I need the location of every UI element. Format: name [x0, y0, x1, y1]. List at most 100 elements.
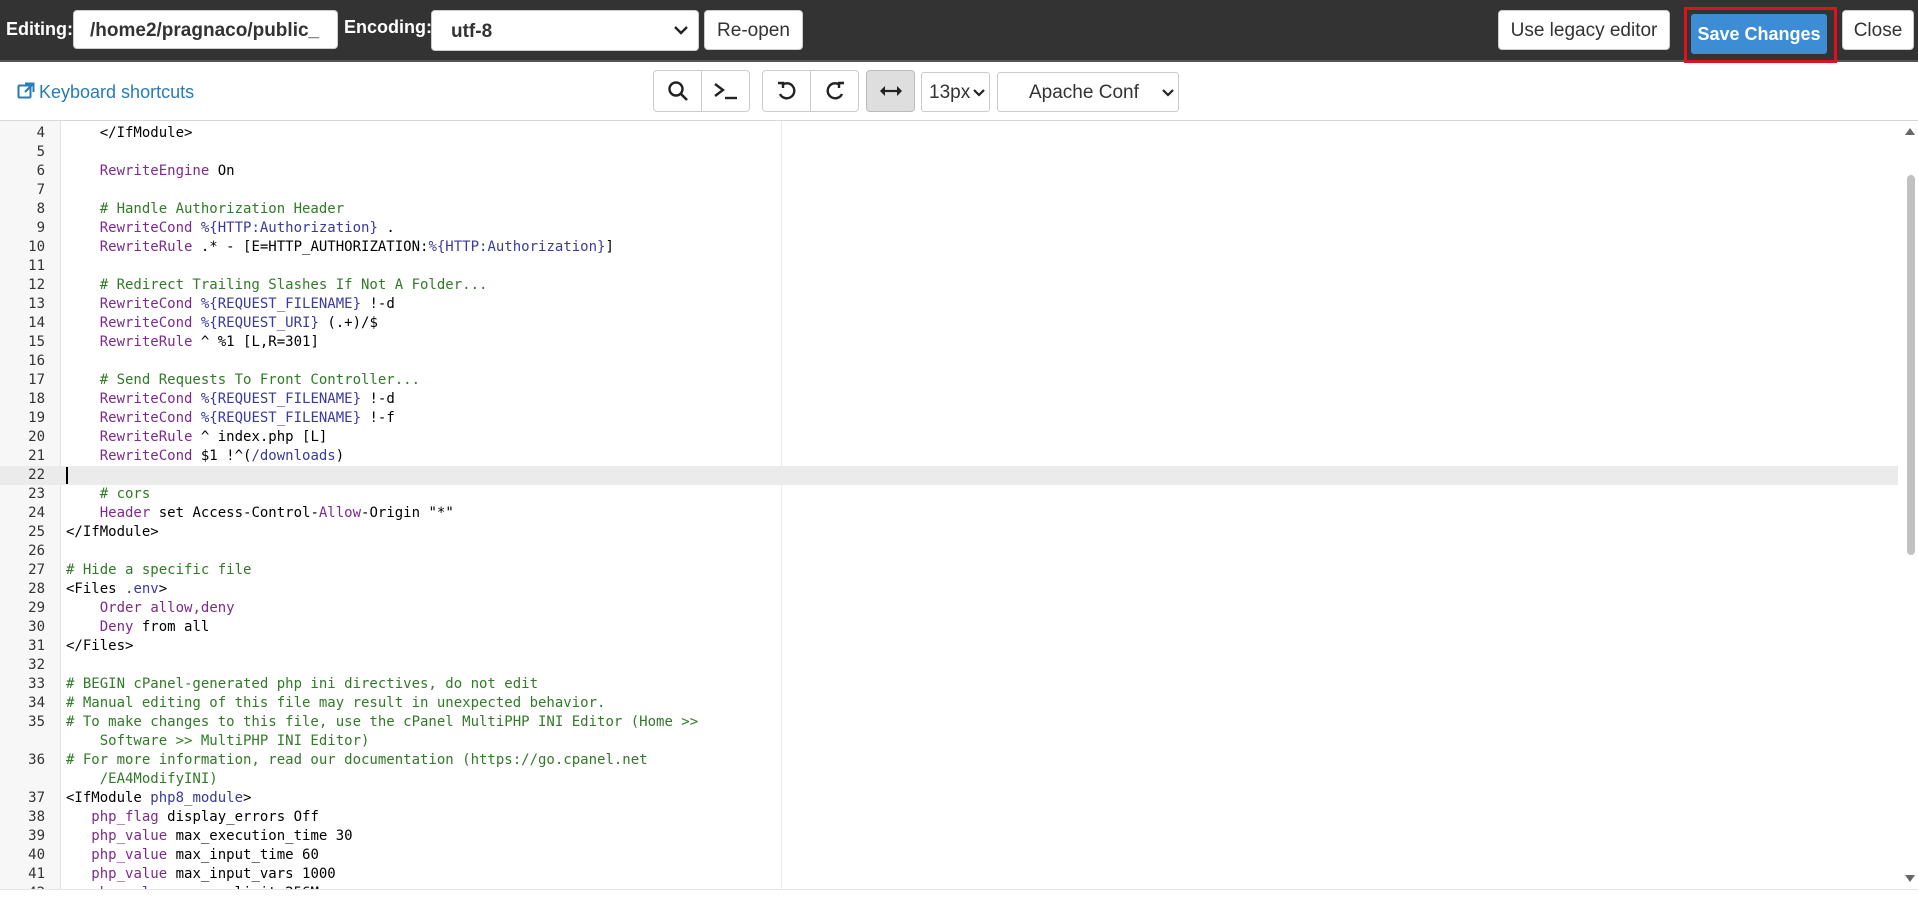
- code-text[interactable]: </IfModule>: [66, 124, 193, 143]
- code-text[interactable]: Deny from all: [66, 618, 210, 637]
- code-text[interactable]: # Hide a specific file: [66, 561, 251, 580]
- code-text[interactable]: RewriteRule .* - [E=HTTP_AUTHORIZATION:%…: [66, 238, 614, 257]
- code-line[interactable]: 30 Deny from all: [0, 618, 1898, 637]
- encoding-label: Encoding:: [344, 17, 432, 37]
- code-line[interactable]: 16: [0, 352, 1898, 371]
- font-size-select[interactable]: 13px: [921, 72, 990, 112]
- code-line[interactable]: 18 RewriteCond %{REQUEST_FILENAME} !-d: [0, 390, 1898, 409]
- code-text[interactable]: RewriteRule ^ %1 [L,R=301]: [66, 333, 319, 352]
- code-line[interactable]: 25 </IfModule>: [0, 523, 1898, 542]
- code-line[interactable]: 32: [0, 656, 1898, 675]
- code-text[interactable]: php_flag display_errors Off: [66, 808, 319, 827]
- code-line[interactable]: 28 <Files .env>: [0, 580, 1898, 599]
- code-text[interactable]: php_value max_input_time 60: [66, 846, 319, 865]
- code-line[interactable]: 8 # Handle Authorization Header: [0, 200, 1898, 219]
- code-text[interactable]: /EA4ModifyINI): [66, 770, 218, 789]
- encoding-select[interactable]: utf-8: [431, 10, 699, 51]
- code-line[interactable]: 19 RewriteCond %{REQUEST_FILENAME} !-f: [0, 409, 1898, 428]
- code-line[interactable]: /EA4ModifyINI): [0, 770, 1898, 789]
- redo-button[interactable]: [810, 70, 859, 112]
- line-number: 23: [28, 486, 45, 502]
- code-line[interactable]: 15 RewriteRule ^ %1 [L,R=301]: [0, 333, 1898, 352]
- code-text[interactable]: php_value max_execution_time 30: [66, 827, 352, 846]
- code-text[interactable]: RewriteCond $1 !^(/downloads): [66, 447, 344, 466]
- code-line[interactable]: 26: [0, 542, 1898, 561]
- code-line[interactable]: Software >> MultiPHP INI Editor): [0, 732, 1898, 751]
- code-editor[interactable]: 4 </IfModule> 5 6 RewriteEngine On 7 8 # Han…: [0, 121, 1918, 891]
- code-text[interactable]: RewriteCond %{HTTP:Authorization} .: [66, 219, 395, 238]
- word-wrap-toggle[interactable]: [866, 70, 915, 112]
- scroll-up-icon[interactable]: [1904, 126, 1916, 136]
- code-text[interactable]: # To make changes to this file, use the …: [66, 713, 698, 732]
- save-changes-button[interactable]: Save Changes: [1691, 14, 1827, 54]
- code-line[interactable]: 21 RewriteCond $1 !^(/downloads): [0, 447, 1898, 466]
- syntax-mode-select[interactable]: Apache Conf: [997, 72, 1179, 112]
- code-line[interactable]: 6 RewriteEngine On: [0, 162, 1898, 181]
- scrollbar-thumb[interactable]: [1907, 175, 1915, 555]
- code-line[interactable]: 31 </Files>: [0, 637, 1898, 656]
- code-line[interactable]: 22: [0, 466, 1898, 485]
- code-line[interactable]: 23 # cors: [0, 485, 1898, 504]
- code-line[interactable]: 9 RewriteCond %{HTTP:Authorization} .: [0, 219, 1898, 238]
- code-text[interactable]: </IfModule>: [66, 523, 159, 542]
- code-line[interactable]: 11: [0, 257, 1898, 276]
- code-text[interactable]: <Files .env>: [66, 580, 167, 599]
- encoding-value: utf-8: [451, 21, 493, 42]
- code-line[interactable]: 5: [0, 143, 1898, 162]
- code-text[interactable]: Software >> MultiPHP INI Editor): [66, 732, 370, 751]
- code-line[interactable]: 29 Order allow,deny: [0, 599, 1898, 618]
- code-text[interactable]: RewriteCond %{REQUEST_FILENAME} !-d: [66, 390, 395, 409]
- code-text[interactable]: RewriteEngine On: [66, 162, 235, 181]
- code-line[interactable]: 35 # To make changes to this file, use th…: [0, 713, 1898, 732]
- legacy-editor-button[interactable]: Use legacy editor: [1498, 10, 1670, 50]
- code-line[interactable]: 33 # BEGIN cPanel-generated php ini direc…: [0, 675, 1898, 694]
- code-line[interactable]: 38 php_flag display_errors Off: [0, 808, 1898, 827]
- code-line[interactable]: 37 <IfModule php8_module>: [0, 789, 1898, 808]
- code-line[interactable]: 39 php_value max_execution_time 30: [0, 827, 1898, 846]
- code-text[interactable]: RewriteCond %{REQUEST_FILENAME} !-f: [66, 409, 395, 428]
- code-text[interactable]: # Handle Authorization Header: [66, 200, 344, 219]
- code-text[interactable]: RewriteCond %{REQUEST_FILENAME} !-d: [66, 295, 395, 314]
- line-number: 20: [28, 429, 45, 445]
- code-text[interactable]: # cors: [66, 485, 151, 504]
- code-line[interactable]: 17 # Send Requests To Front Controller..…: [0, 371, 1898, 390]
- code-line[interactable]: 7: [0, 181, 1898, 200]
- code-text[interactable]: # BEGIN cPanel-generated php ini directi…: [66, 675, 538, 694]
- line-number: 18: [28, 391, 45, 407]
- code-text[interactable]: # Send Requests To Front Controller...: [66, 371, 420, 390]
- goto-line-button[interactable]: [701, 70, 750, 112]
- code-line[interactable]: 40 php_value max_input_time 60: [0, 846, 1898, 865]
- code-text[interactable]: </Files>: [66, 637, 133, 656]
- search-button[interactable]: [653, 70, 702, 112]
- code-text[interactable]: RewriteRule ^ index.php [L]: [66, 428, 328, 447]
- close-button[interactable]: Close: [1842, 10, 1914, 50]
- code-line[interactable]: 4 </IfModule>: [0, 124, 1898, 143]
- code-line[interactable]: 13 RewriteCond %{REQUEST_FILENAME} !-d: [0, 295, 1898, 314]
- code-line[interactable]: 12 # Redirect Trailing Slashes If Not A …: [0, 276, 1898, 295]
- code-line[interactable]: 41 php_value max_input_vars 1000: [0, 865, 1898, 884]
- line-number: 34: [28, 695, 45, 711]
- text-cursor: [66, 467, 68, 484]
- line-number: 13: [28, 296, 45, 312]
- code-text[interactable]: Header set Access-Control-Allow-Origin "…: [66, 504, 454, 523]
- code-line[interactable]: 10 RewriteRule .* - [E=HTTP_AUTHORIZATIO…: [0, 238, 1898, 257]
- code-text[interactable]: # For more information, read our documen…: [66, 751, 648, 770]
- line-number: 30: [28, 619, 45, 635]
- code-text[interactable]: # Redirect Trailing Slashes If Not A Fol…: [66, 276, 488, 295]
- scroll-down-icon[interactable]: [1904, 874, 1916, 884]
- reopen-button[interactable]: Re-open: [704, 10, 803, 50]
- code-line[interactable]: 20 RewriteRule ^ index.php [L]: [0, 428, 1898, 447]
- code-line[interactable]: 24 Header set Access-Control-Allow-Origi…: [0, 504, 1898, 523]
- code-text[interactable]: # Manual editing of this file may result…: [66, 694, 605, 713]
- code-text[interactable]: php_value max_input_vars 1000: [66, 865, 335, 884]
- keyboard-shortcuts-link[interactable]: Keyboard shortcuts: [17, 82, 194, 103]
- code-text[interactable]: <IfModule php8_module>: [66, 789, 251, 808]
- code-line[interactable]: 14 RewriteCond %{REQUEST_URI} (.+)/$: [0, 314, 1898, 333]
- file-path-field[interactable]: /home2/pragnaco/public_: [73, 10, 338, 49]
- undo-button[interactable]: [762, 70, 811, 112]
- code-line[interactable]: 36 # For more information, read our docum…: [0, 751, 1898, 770]
- code-text[interactable]: Order allow,deny: [66, 599, 235, 618]
- code-text[interactable]: RewriteCond %{REQUEST_URI} (.+)/$: [66, 314, 378, 333]
- code-line[interactable]: 34 # Manual editing of this file may resu…: [0, 694, 1898, 713]
- code-line[interactable]: 27 # Hide a specific file: [0, 561, 1898, 580]
